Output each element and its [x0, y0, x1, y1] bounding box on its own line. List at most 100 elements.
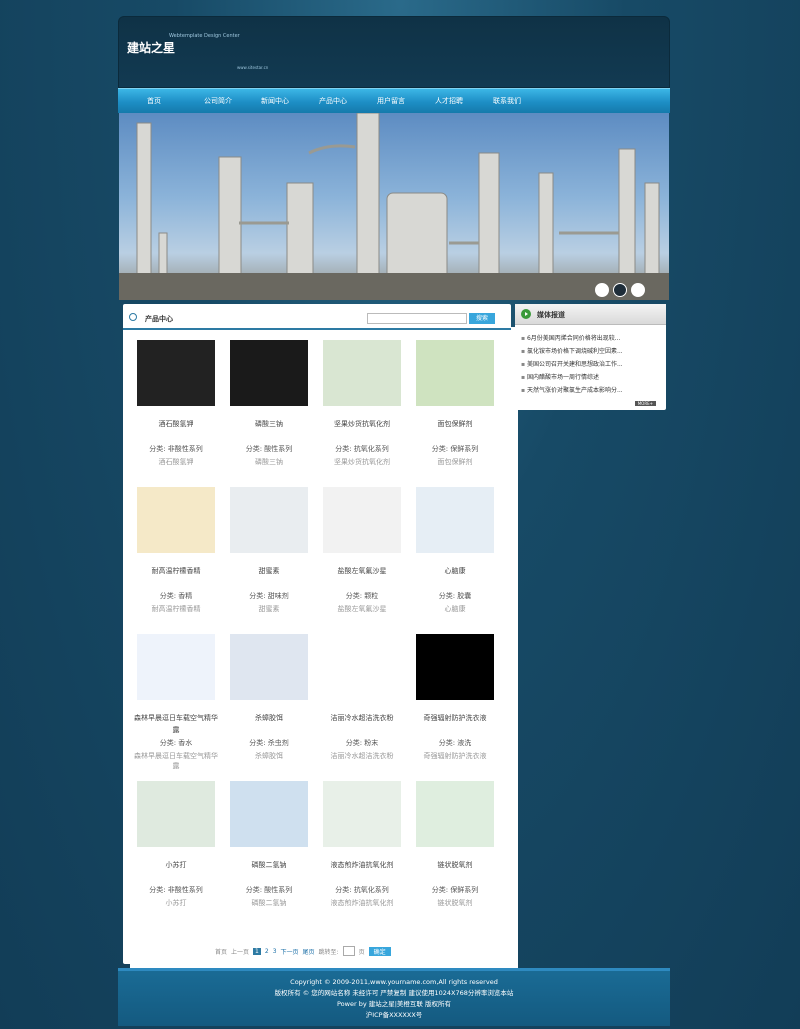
- banner-dot-1[interactable]: [595, 283, 609, 297]
- nav-item-about[interactable]: 公司简介: [190, 89, 246, 113]
- product-card[interactable]: 甜蜜素 分类: 甜味剂 甜蜜素: [224, 487, 314, 627]
- product-image[interactable]: [416, 340, 494, 406]
- product-name[interactable]: 小苏打: [131, 859, 221, 871]
- product-category: 分类: 香精: [159, 592, 193, 600]
- media-item[interactable]: 氯化铵市场价格下调烧碱利空因素...: [521, 345, 661, 358]
- product-card[interactable]: 盐酸左氧氟沙星 分类: 颗粒 盐酸左氧氟沙星: [317, 487, 407, 627]
- product-image[interactable]: [137, 340, 215, 406]
- product-subtitle: 心脑康: [444, 605, 466, 613]
- product-name[interactable]: 甜蜜素: [224, 565, 314, 577]
- product-card[interactable]: 杀蟑胶饵 分类: 杀虫剂 杀蟑胶饵: [224, 634, 314, 774]
- product-subtitle: 盐酸左氧氟沙星: [337, 605, 387, 613]
- product-category: 分类: 粉末: [345, 739, 379, 747]
- pager-page-2[interactable]: 2: [265, 948, 269, 955]
- product-name[interactable]: 磷酸二氢钠: [224, 859, 314, 871]
- product-image[interactable]: [230, 340, 308, 406]
- product-name[interactable]: 耐高温柠檬香精: [131, 565, 221, 577]
- media-item[interactable]: 6月份美国丙烯合同价格将出现较...: [521, 332, 661, 345]
- pager-next[interactable]: 下一页: [281, 947, 299, 956]
- pager-page-3[interactable]: 3: [273, 948, 277, 955]
- product-subtitle: 磷酸二氢钠: [251, 899, 287, 907]
- product-card[interactable]: 奇强辐射防护洗衣液 分类: 液洗 奇强辐射防护洗衣液: [410, 634, 500, 774]
- product-card[interactable]: 磷酸二氢钠 分类: 酸性系列 磷酸二氢钠: [224, 781, 314, 921]
- product-name[interactable]: 心脑康: [410, 565, 500, 577]
- nav-item-jobs[interactable]: 人才招聘: [420, 89, 478, 113]
- nav-item-news[interactable]: 新闻中心: [246, 89, 304, 113]
- pager-jump-input[interactable]: [342, 946, 355, 956]
- product-image[interactable]: [416, 781, 494, 847]
- product-card[interactable]: 磷酸三钠 分类: 酸性系列 磷酸三钠: [224, 340, 314, 480]
- media-item[interactable]: 天然气涨价对聚氯生产成本影响分...: [521, 384, 661, 397]
- pager-go-button[interactable]: 确定: [368, 946, 391, 956]
- product-name[interactable]: 盐酸左氧氟沙星: [317, 565, 407, 577]
- banner-dot-2[interactable]: [613, 283, 627, 297]
- nav-item-home[interactable]: 首页: [118, 89, 190, 113]
- product-name[interactable]: 面包保鲜剂: [410, 418, 500, 430]
- product-card[interactable]: 森林早晨逗日车载空气精华露 分类: 香水 森林早晨逗日车载空气精华露: [131, 634, 221, 774]
- product-card[interactable]: 耐高温柠檬香精 分类: 香精 耐高温柠檬香精: [131, 487, 221, 627]
- product-image[interactable]: [323, 634, 401, 700]
- product-card[interactable]: 心脑康 分类: 胶囊 心脑康: [410, 487, 500, 627]
- product-card[interactable]: 液态煎炸油抗氧化剂 分类: 抗氧化系列 液态煎炸油抗氧化剂: [317, 781, 407, 921]
- product-category: 分类: 甜味剂: [249, 592, 289, 600]
- footer-copyright: Copyright © 2009-2011,www.yourname.com,A…: [290, 978, 498, 986]
- product-category: 分类: 非酸性系列: [149, 886, 203, 894]
- more-button[interactable]: MORE+: [634, 401, 656, 406]
- pager-prev[interactable]: 上一页: [231, 947, 249, 956]
- product-image[interactable]: [230, 781, 308, 847]
- product-category: 分类: 酸性系列: [245, 445, 293, 453]
- media-item[interactable]: 美国公司召开关建和思想政治工作...: [521, 358, 661, 371]
- product-search-input[interactable]: [367, 313, 467, 324]
- product-card[interactable]: 面包保鲜剂 分类: 保鲜系列 面包保鲜剂: [410, 340, 500, 480]
- logo-tagline: Webtemplate Design Center: [169, 33, 240, 39]
- product-subtitle: 面包保鲜剂: [437, 458, 473, 466]
- product-image[interactable]: [230, 634, 308, 700]
- product-name[interactable]: 磷酸三钠: [224, 418, 314, 430]
- pager-last[interactable]: 尾页: [303, 947, 315, 956]
- product-category: 分类: 杀虫剂: [249, 739, 289, 747]
- nav-item-products[interactable]: 产品中心: [304, 89, 362, 113]
- product-image[interactable]: [323, 340, 401, 406]
- product-name[interactable]: 洁丽冷水超洁洗衣粉: [317, 712, 407, 724]
- nav-item-contact[interactable]: 联系我们: [478, 89, 536, 113]
- product-name[interactable]: 酒石酸氢钾: [131, 418, 221, 430]
- pagination: 首页 上一页 1 2 3 下一页 尾页 跳转至: 页 确定: [215, 946, 515, 956]
- product-card[interactable]: 链状脱氧剂 分类: 保鲜系列 链状脱氧剂: [410, 781, 500, 921]
- product-image[interactable]: [416, 487, 494, 553]
- product-name[interactable]: 链状脱氧剂: [410, 859, 500, 871]
- site-logo[interactable]: Webtemplate Design Center sitestar建站之星 w…: [125, 33, 518, 987]
- product-card[interactable]: 酒石酸氢钾 分类: 非酸性系列 酒石酸氢钾: [131, 340, 221, 480]
- product-name[interactable]: 奇强辐射防护洗衣液: [410, 712, 500, 724]
- product-category: 分类: 颗粒: [345, 592, 379, 600]
- product-card[interactable]: 洁丽冷水超洁洗衣粉 分类: 粉末 洁丽冷水超洁洗衣粉: [317, 634, 407, 774]
- product-search-button[interactable]: 搜索: [469, 313, 495, 324]
- product-subtitle: 耐高温柠檬香精: [151, 605, 201, 613]
- product-image[interactable]: [137, 781, 215, 847]
- footer-power: Power by 建站之星|美橙互联 版权所有: [336, 1000, 451, 1008]
- product-image[interactable]: [416, 634, 494, 700]
- product-image[interactable]: [230, 487, 308, 553]
- media-item[interactable]: 国内醋酸市场一周行情综述: [521, 371, 661, 384]
- product-subtitle: 坚果炒货抗氧化剂: [334, 458, 390, 466]
- nav-item-guestbook[interactable]: 用户留言: [362, 89, 420, 113]
- pager-page-1[interactable]: 1: [253, 947, 261, 955]
- pager-first[interactable]: 首页: [215, 947, 227, 956]
- product-card[interactable]: 小苏打 分类: 非酸性系列 小苏打: [131, 781, 221, 921]
- product-name[interactable]: 杀蟑胶饵: [224, 712, 314, 724]
- product-subtitle: 杀蟑胶饵: [255, 752, 283, 760]
- product-card[interactable]: 坚果炒货抗氧化剂 分类: 抗氧化系列 坚果炒货抗氧化剂: [317, 340, 407, 480]
- pager-jump-label: 跳转至:: [318, 948, 339, 956]
- media-panel: 媒体报道 6月份美国丙烯合同价格将出现较... 氯化铵市场价格下调烧碱利空因素.…: [515, 304, 666, 410]
- product-name[interactable]: 森林早晨逗日车载空气精华露: [131, 712, 221, 736]
- product-image[interactable]: [137, 487, 215, 553]
- footer-rights: 版权所有 © 您的网站名称 未经许可 严禁复制 建议使用1024X768分辨率浏…: [274, 989, 514, 997]
- product-name[interactable]: 液态煎炸油抗氧化剂: [317, 859, 407, 871]
- product-subtitle: 酒石酸氢钾: [158, 458, 194, 466]
- banner-dot-3[interactable]: [631, 283, 645, 297]
- logo-brand-cn: 建站之星: [127, 41, 176, 55]
- product-name[interactable]: 坚果炒货抗氧化剂: [317, 418, 407, 430]
- hero-banner-image: [119, 113, 669, 300]
- product-image[interactable]: [323, 487, 401, 553]
- product-image[interactable]: [323, 781, 401, 847]
- product-image[interactable]: [137, 634, 215, 700]
